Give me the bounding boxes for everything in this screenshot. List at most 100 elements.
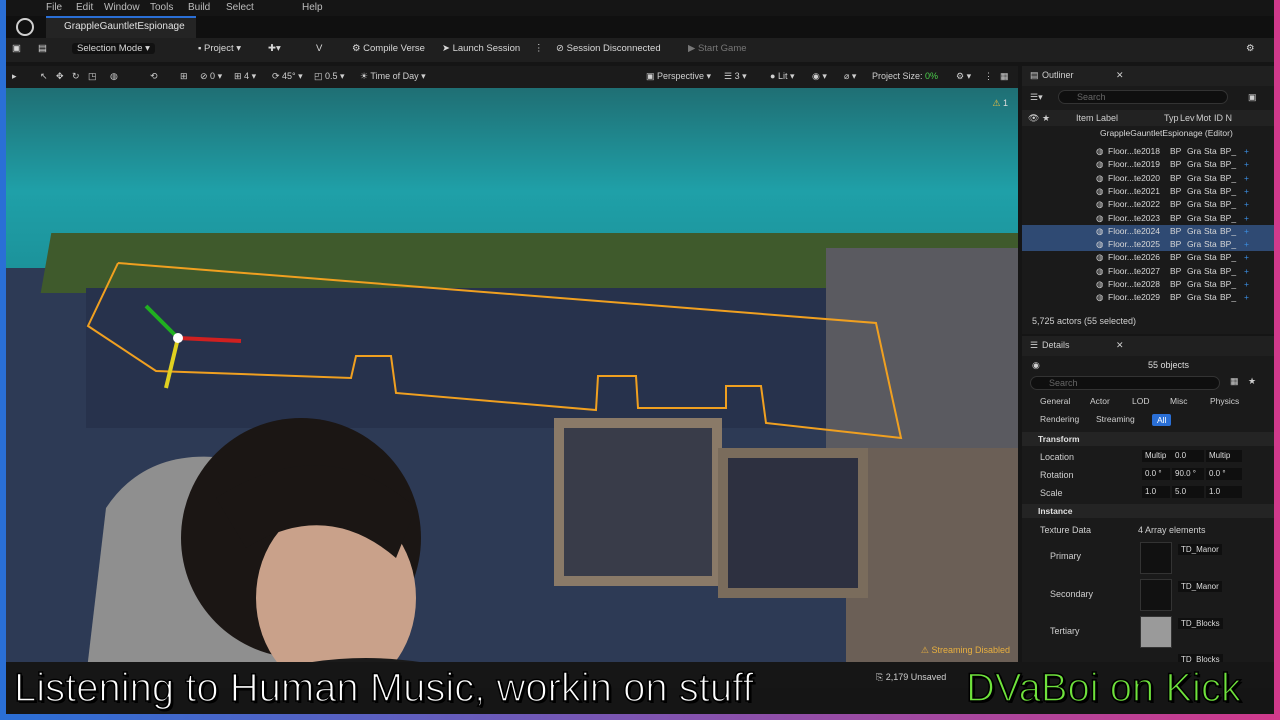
surface-snap-icon[interactable]: ⟲ <box>150 71 158 82</box>
menu-edit[interactable]: Edit <box>76 2 93 13</box>
details-close-icon[interactable]: ✕ <box>1116 340 1124 351</box>
start-game-button[interactable]: ▶ Start Game <box>688 43 747 54</box>
verse-icon[interactable]: V <box>316 43 322 54</box>
menu-help[interactable]: Help <box>302 2 323 13</box>
layout-icon[interactable]: ▦ <box>1000 71 1009 82</box>
scale-x[interactable]: 1.0 <box>1142 486 1170 498</box>
tertiary-asset[interactable]: TD_Blocks <box>1178 618 1223 629</box>
outliner-search-input[interactable]: Search <box>1058 90 1228 104</box>
col-item-label[interactable]: Item Label <box>1076 113 1118 123</box>
rotation-z[interactable]: 0.0 ° <box>1206 468 1242 480</box>
outliner-row[interactable]: ◍ Floor...te2024 BP Gra Sta BP_ + <box>1022 224 1274 238</box>
rotation-snap-value[interactable]: ⟳ 45° ▾ <box>272 71 303 82</box>
menu-build[interactable]: Build <box>188 2 210 13</box>
view-mode-icon[interactable]: ⌀ ▾ <box>844 71 856 82</box>
viewport-settings-icon[interactable]: ⚙ ▾ <box>956 71 971 82</box>
primary-asset[interactable]: TD_Manor <box>1178 544 1222 555</box>
filter-all[interactable]: All <box>1152 414 1172 426</box>
col-level[interactable]: Lev <box>1180 113 1195 123</box>
primary-thumbnail[interactable] <box>1140 542 1172 574</box>
tab-project[interactable]: GrappleGauntletEspionage <box>46 16 196 38</box>
world-space-icon[interactable]: ◍ <box>110 71 118 82</box>
scale-y[interactable]: 5.0 <box>1172 486 1204 498</box>
outliner-row[interactable]: ◍ Floor...te2029 BP Gra Sta BP_ + <box>1022 291 1274 304</box>
details-search-input[interactable]: Search <box>1030 376 1220 390</box>
col-id[interactable]: ID N <box>1214 113 1232 123</box>
menu-window[interactable]: Window <box>104 2 140 13</box>
outliner-row[interactable]: ◍ Floor...te2023 BP Gra Sta BP_ + <box>1022 212 1274 225</box>
add-icon[interactable]: + <box>1244 173 1249 183</box>
outliner-tab[interactable]: ▤ Outliner ✕ <box>1022 66 1274 86</box>
add-icon[interactable]: ✚▾ <box>268 43 281 54</box>
lit-button[interactable]: ● Lit ▾ <box>770 71 794 82</box>
menu-select[interactable]: Select <box>226 2 254 13</box>
filter-icon[interactable]: ☰▾ <box>1030 92 1043 103</box>
details-star-icon[interactable]: ★ <box>1248 376 1256 387</box>
tertiary-thumbnail[interactable] <box>1140 616 1172 648</box>
outliner-row[interactable]: ◍ Floor...te2025 BP Gra Sta BP_ + <box>1022 238 1274 252</box>
add-icon[interactable]: + <box>1244 146 1249 156</box>
outliner-row[interactable]: ◍ Floor...te2019 BP Gra Sta BP_ + <box>1022 158 1274 171</box>
secondary-asset[interactable]: TD_Manor <box>1178 581 1222 592</box>
scale-z[interactable]: 1.0 <box>1206 486 1242 498</box>
filter-actor[interactable]: Actor <box>1090 396 1110 406</box>
outliner-row[interactable]: ◍ Floor...te2028 BP Gra Sta BP_ + <box>1022 278 1274 291</box>
selection-mode-button[interactable]: Selection Mode ▾ <box>72 43 155 54</box>
col-type[interactable]: Typ <box>1164 113 1179 123</box>
project-button[interactable]: ▪ Project ▾ <box>198 43 241 54</box>
outliner-row[interactable]: ◍ Floor...te2022 BP Gra Sta BP_ + <box>1022 198 1274 211</box>
details-grid-icon[interactable]: ▦ <box>1230 376 1239 387</box>
save-icon[interactable]: ▣ <box>12 43 21 54</box>
perspective-button[interactable]: ▣ Perspective ▾ <box>646 71 711 82</box>
grid-snap-toggle[interactable]: ⊞ <box>180 71 188 82</box>
rotate-icon[interactable]: ↻ <box>72 71 80 82</box>
settings-icon[interactable]: ⚙ <box>1246 43 1255 54</box>
filter-general[interactable]: General <box>1040 396 1070 406</box>
level-viewport[interactable]: ⚠ 1 ⚠ Streaming Disabled <box>6 88 1018 662</box>
add-icon[interactable]: + <box>1244 266 1249 276</box>
col-mod[interactable]: Mot <box>1196 113 1211 123</box>
add-icon[interactable]: + <box>1244 186 1249 196</box>
outliner-root-row[interactable]: GrappleGauntletEspionage (Editor) <box>1022 127 1274 140</box>
filter-misc[interactable]: Misc <box>1170 396 1187 406</box>
menu-file[interactable]: File <box>46 2 62 13</box>
select-tool-icon[interactable]: ▸ <box>12 71 17 82</box>
outliner-row[interactable]: ◍ Floor...te2026 BP Gra Sta BP_ + <box>1022 251 1274 264</box>
add-icon[interactable]: + <box>1244 159 1249 169</box>
filter-streaming[interactable]: Streaming <box>1096 414 1135 424</box>
menu-tools[interactable]: Tools <box>150 2 173 13</box>
rotation-x[interactable]: 0.0 ° <box>1142 468 1170 480</box>
add-folder-icon[interactable]: ▣ <box>1248 92 1257 103</box>
grid-size-value[interactable]: ⊞ 4 ▾ <box>234 71 256 82</box>
instance-section[interactable]: Instance <box>1022 504 1274 518</box>
scale-snap-value[interactable]: ◰ 0.5 ▾ <box>314 71 345 82</box>
filter-rendering[interactable]: Rendering <box>1040 414 1079 424</box>
viewport-options-icon[interactable]: ⋮ <box>984 71 993 82</box>
add-icon[interactable]: + <box>1244 226 1249 236</box>
add-icon[interactable]: + <box>1244 199 1249 209</box>
select-arrow-icon[interactable]: ↖ <box>40 71 48 82</box>
details-tab[interactable]: ☰ Details ✕ <box>1022 336 1274 356</box>
add-icon[interactable]: + <box>1244 252 1249 262</box>
add-icon[interactable]: + <box>1244 213 1249 223</box>
texture-data-row[interactable]: Texture Data 4 Array elements <box>1022 522 1274 538</box>
unsaved-indicator[interactable]: ⎘ 2,179 Unsaved <box>876 672 946 683</box>
translate-icon[interactable]: ✥ <box>56 71 64 82</box>
outliner-row[interactable]: ◍ Floor...te2020 BP Gra Sta BP_ + <box>1022 172 1274 185</box>
outliner-row[interactable]: ◍ Floor...te2021 BP Gra Sta BP_ + <box>1022 185 1274 198</box>
outliner-close-icon[interactable]: ✕ <box>1116 70 1124 81</box>
compile-verse-button[interactable]: ⚙ Compile Verse <box>352 43 425 54</box>
more-options-icon[interactable]: ⋮ <box>534 43 544 54</box>
add-icon[interactable]: + <box>1244 279 1249 289</box>
location-y[interactable]: 0.0 <box>1172 450 1204 462</box>
filter-physics[interactable]: Physics <box>1210 396 1239 406</box>
time-of-day-button[interactable]: ☀ Time of Day ▾ <box>360 71 426 82</box>
viewport-warning[interactable]: ⚠ 1 <box>992 98 1008 109</box>
outliner-row[interactable]: ◍ Floor...te2027 BP Gra Sta BP_ + <box>1022 265 1274 278</box>
scale-icon[interactable]: ◳ <box>88 71 97 82</box>
content-browser-icon[interactable]: ▤ <box>38 43 47 54</box>
filter-lod[interactable]: LOD <box>1132 396 1149 406</box>
secondary-thumbnail[interactable] <box>1140 579 1172 611</box>
rotation-y[interactable]: 90.0 ° <box>1172 468 1204 480</box>
outliner-row[interactable]: ◍ Floor...te2018 BP Gra Sta BP_ + <box>1022 145 1274 158</box>
